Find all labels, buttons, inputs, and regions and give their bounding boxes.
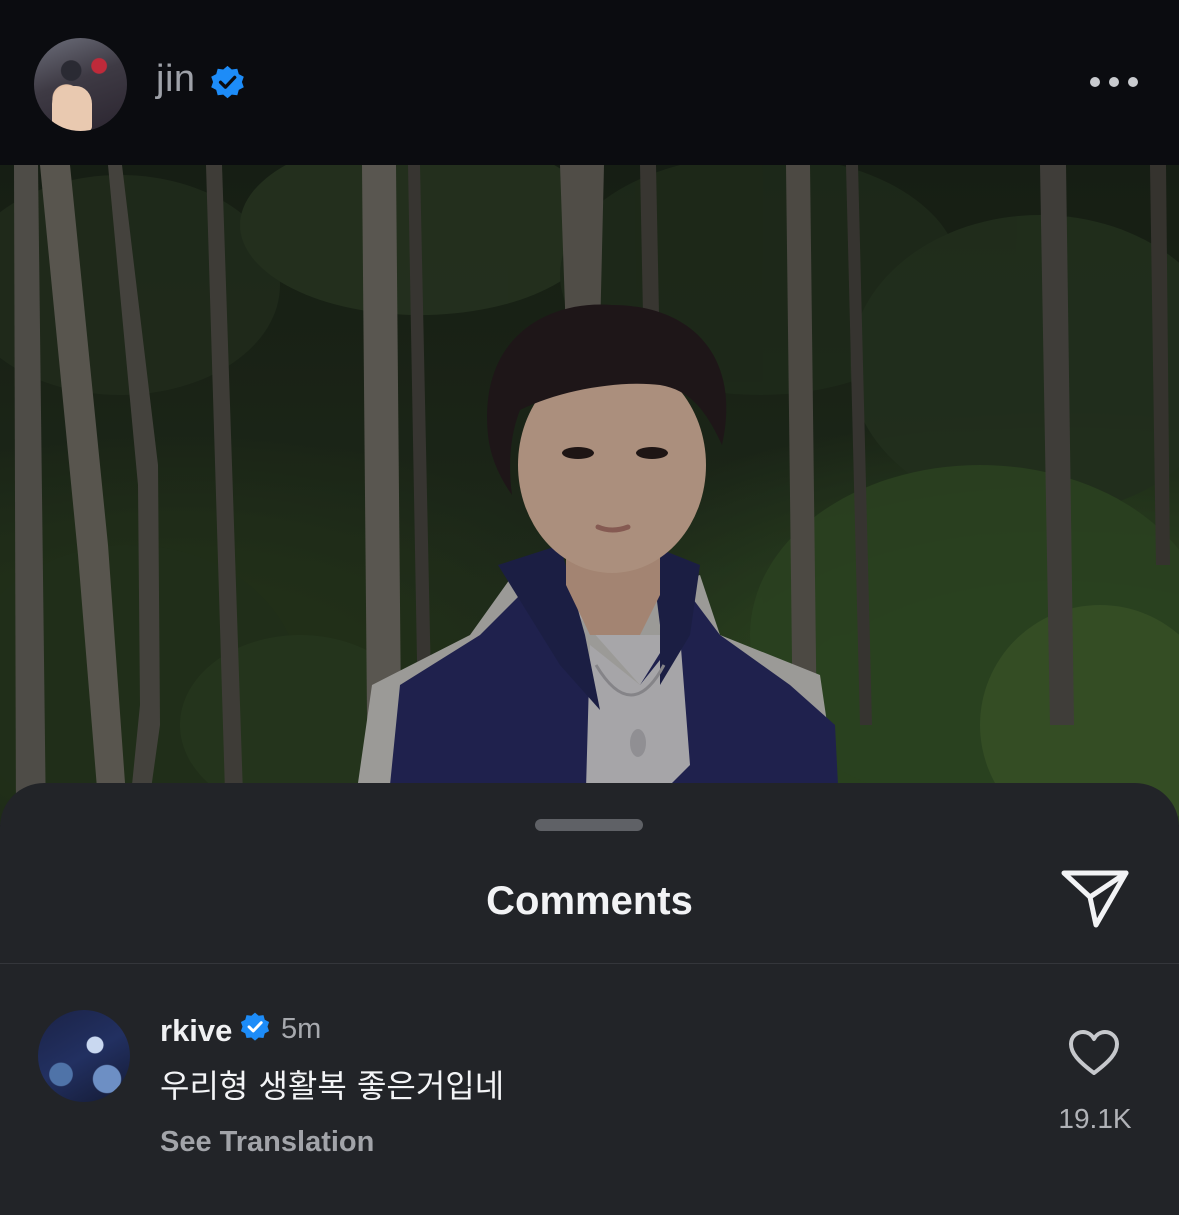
more-horizontal-icon[interactable]	[1086, 68, 1142, 96]
comments-sheet: Comments rkive 5m 우리형 생활복 좋은거입네 See Tran…	[0, 783, 1179, 1215]
paper-plane-icon[interactable]	[1060, 867, 1130, 931]
verified-badge-icon	[211, 65, 244, 99]
heart-outline-icon[interactable]	[1068, 1029, 1120, 1077]
see-translation-link[interactable]: See Translation	[160, 1126, 374, 1159]
avatar[interactable]	[38, 1010, 130, 1102]
post-username[interactable]: jin	[156, 58, 196, 101]
post-header: jin	[0, 0, 1179, 165]
comment-username[interactable]: rkive	[160, 1013, 232, 1049]
verified-badge-icon	[240, 1012, 270, 1041]
comment-item: rkive 5m 우리형 생활복 좋은거입네 See Translation 1…	[0, 964, 1179, 1215]
forest-portrait-image	[0, 165, 1179, 825]
avatar[interactable]	[34, 38, 127, 131]
sheet-grabber-handle[interactable]	[535, 819, 643, 831]
like-count: 19.1K	[1058, 1103, 1132, 1134]
instagram-post-screen: jin Comments rkive 5m 우리형 생활복 좋은거입네 See …	[0, 0, 1179, 1215]
comment-text: 우리형 생활복 좋은거입네	[160, 1067, 505, 1105]
post-photo[interactable]	[0, 165, 1179, 825]
comment-timestamp: 5m	[281, 1013, 322, 1045]
sheet-title: Comments	[486, 879, 693, 923]
